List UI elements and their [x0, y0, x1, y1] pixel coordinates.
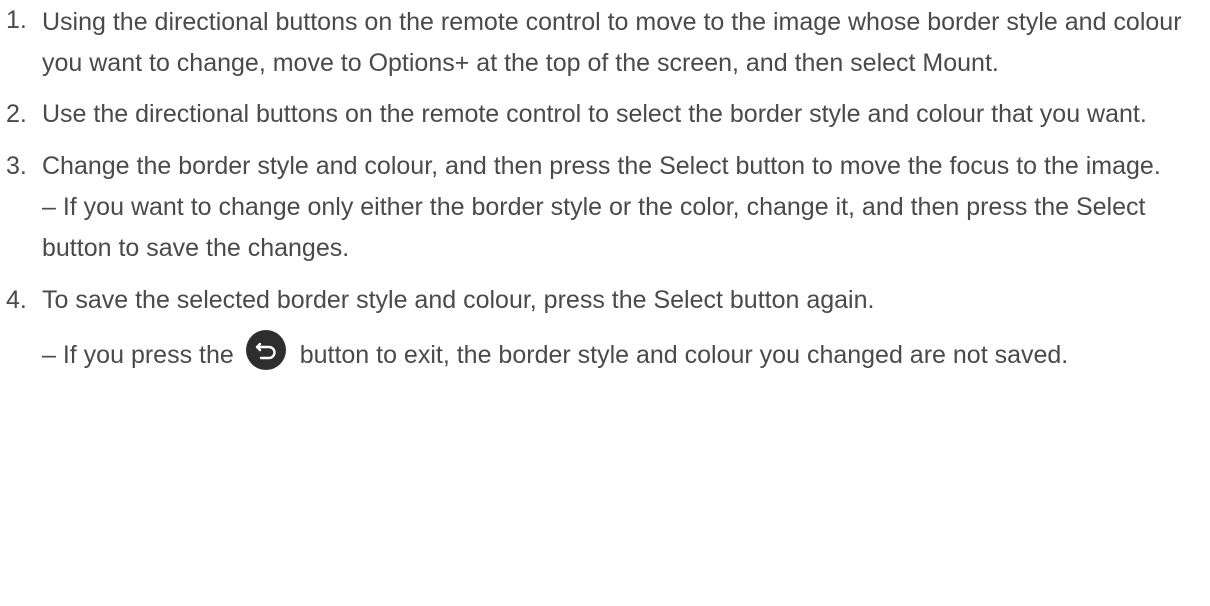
step-note: – If you want to change only either the …: [42, 193, 1146, 262]
step-text: Use the directional buttons on the remot…: [42, 100, 1147, 128]
step-4: 4. To save the selected border style and…: [0, 280, 1210, 376]
step-text: Using the directional buttons on the rem…: [42, 8, 1182, 77]
step-1: 1. Using the directional buttons on the …: [0, 0, 1210, 84]
step-number: 2.: [6, 100, 27, 128]
step-number: 1.: [6, 6, 27, 34]
note-text-after: button to exit, the border style and col…: [299, 341, 1069, 369]
step-text: To save the selected border style and co…: [42, 286, 875, 314]
instruction-document: 1. Using the directional buttons on the …: [0, 0, 1210, 606]
step-note: – If you press the button to exit, the b…: [42, 329, 1210, 376]
step-3: 3. Change the border style and colour, a…: [0, 146, 1210, 269]
back-button-icon: [245, 329, 287, 371]
step-number: 4.: [6, 286, 27, 314]
step-text: Change the border style and colour, and …: [42, 152, 1161, 180]
note-text-before: – If you press the: [42, 341, 234, 369]
step-number: 3.: [6, 152, 27, 180]
steps-list: 1. Using the directional buttons on the …: [0, 0, 1210, 376]
step-2: 2. Use the directional buttons on the re…: [0, 94, 1210, 135]
